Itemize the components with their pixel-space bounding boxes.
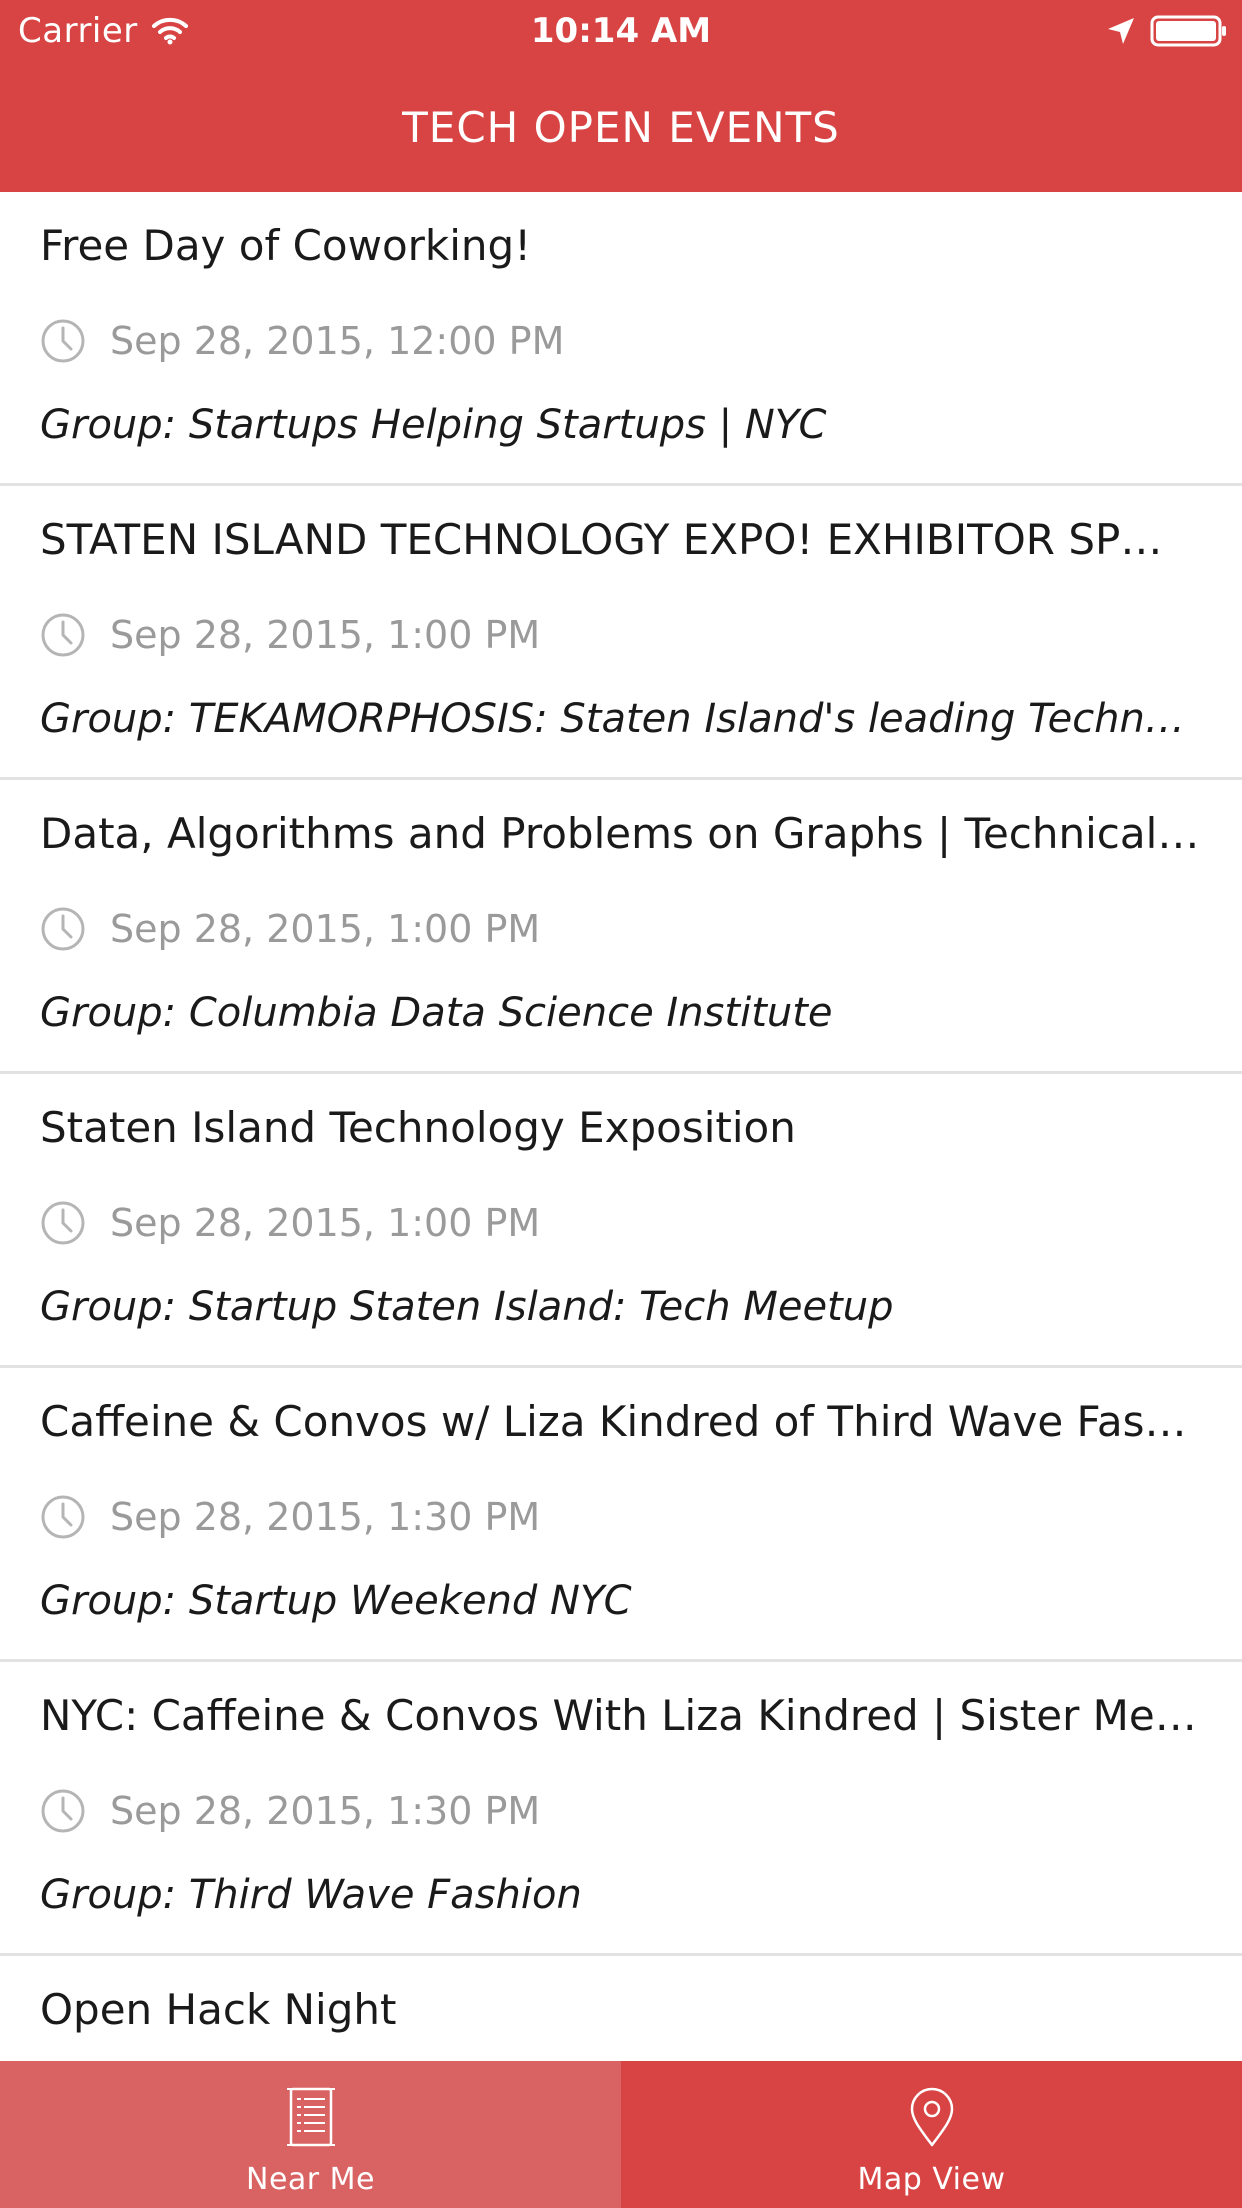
event-time-row: Sep 28, 2015, 12:00 PM: [40, 316, 564, 366]
tab-near-me[interactable]: Near Me: [0, 2061, 621, 2208]
event-time-row: Sep 28, 2015, 1:30 PM: [40, 1492, 540, 1542]
page-title: TECH OPEN EVENTS: [402, 103, 840, 152]
event-row[interactable]: STATEN ISLAND TECHNOLOGY EXPO! EXHIBITOR…: [0, 486, 1242, 780]
status-time: 10:14 AM: [530, 11, 712, 51]
event-time: Sep 28, 2015, 1:00 PM: [110, 1201, 541, 1245]
event-time-row: Sep 28, 2015, 1:00 PM: [40, 904, 540, 954]
event-time: Sep 28, 2015, 1:00 PM: [110, 613, 541, 657]
event-time-row: Sep 28, 2015, 1:30 PM: [40, 1786, 540, 1836]
event-row[interactable]: NYC: Caffeine & Convos With Liza Kindred…: [0, 1662, 1242, 1956]
clock-icon: [41, 613, 85, 657]
event-group: Group: Startups Helping Startups | NYC: [40, 402, 827, 448]
event-time-row: Sep 28, 2015, 1:00 PM: [40, 610, 540, 660]
map-pin-icon: [910, 2087, 953, 2147]
event-time-row: Sep 28, 2015, 1:00 PM: [40, 1198, 540, 1248]
battery-icon: [1150, 15, 1226, 47]
status-bar: Carrier 10:14 AM: [0, 0, 1242, 62]
event-time: Sep 28, 2015, 1:30 PM: [110, 1495, 541, 1539]
tab-label: Near Me: [246, 2162, 375, 2197]
event-time: Sep 28, 2015, 12:00 PM: [110, 319, 565, 363]
clock-icon: [41, 1789, 85, 1833]
header: Carrier 10:14 AM TECH OPEN EVENTS: [0, 0, 1242, 192]
event-group: Group: Columbia Data Science Institute: [40, 990, 833, 1036]
event-row[interactable]: Data, Algorithms and Problems on Graphs …: [0, 780, 1242, 1074]
clock-icon: [41, 319, 85, 363]
event-title: NYC: Caffeine & Convos With Liza Kindred…: [40, 1691, 1200, 1740]
event-list[interactable]: Free Day of Coworking! Sep 28, 2015, 12:…: [0, 192, 1242, 2061]
event-row[interactable]: Free Day of Coworking! Sep 28, 2015, 12:…: [0, 192, 1242, 486]
tab-label: Map View: [857, 2162, 1006, 2197]
location-arrow-icon: [1108, 18, 1134, 44]
event-group: Group: TEKAMORPHOSIS: Staten Island's le…: [40, 696, 1200, 742]
tab-map-view[interactable]: Map View: [621, 2061, 1242, 2208]
list-document-icon: [286, 2087, 335, 2147]
event-time: Sep 28, 2015, 1:00 PM: [110, 907, 541, 951]
clock-icon: [41, 1495, 85, 1539]
event-row[interactable]: Caffeine & Convos w/ Liza Kindred of Thi…: [0, 1368, 1242, 1662]
event-row[interactable]: Staten Island Technology Exposition Sep …: [0, 1074, 1242, 1368]
tab-bar: Near Me Map View: [0, 2061, 1242, 2208]
event-group: Group: Third Wave Fashion: [40, 1872, 582, 1918]
event-title: Staten Island Technology Exposition: [40, 1103, 796, 1152]
event-title: Free Day of Coworking!: [40, 221, 532, 270]
event-group: Group: Startup Weekend NYC: [40, 1578, 632, 1624]
event-group: Group: Startup Staten Island: Tech Meetu…: [40, 1284, 894, 1330]
event-time: Sep 28, 2015, 1:30 PM: [110, 1789, 541, 1833]
event-title: Data, Algorithms and Problems on Graphs …: [40, 809, 1200, 858]
clock-icon: [41, 1201, 85, 1245]
event-title: STATEN ISLAND TECHNOLOGY EXPO! EXHIBITOR…: [40, 515, 1163, 564]
clock-icon: [41, 907, 85, 951]
event-title: Open Hack Night: [40, 1985, 397, 2034]
event-title: Caffeine & Convos w/ Liza Kindred of Thi…: [40, 1397, 1200, 1446]
event-row[interactable]: Open Hack Night: [0, 1956, 1242, 2061]
app-screen: Carrier 10:14 AM TECH OPEN EVENTS Free D…: [0, 0, 1242, 2208]
